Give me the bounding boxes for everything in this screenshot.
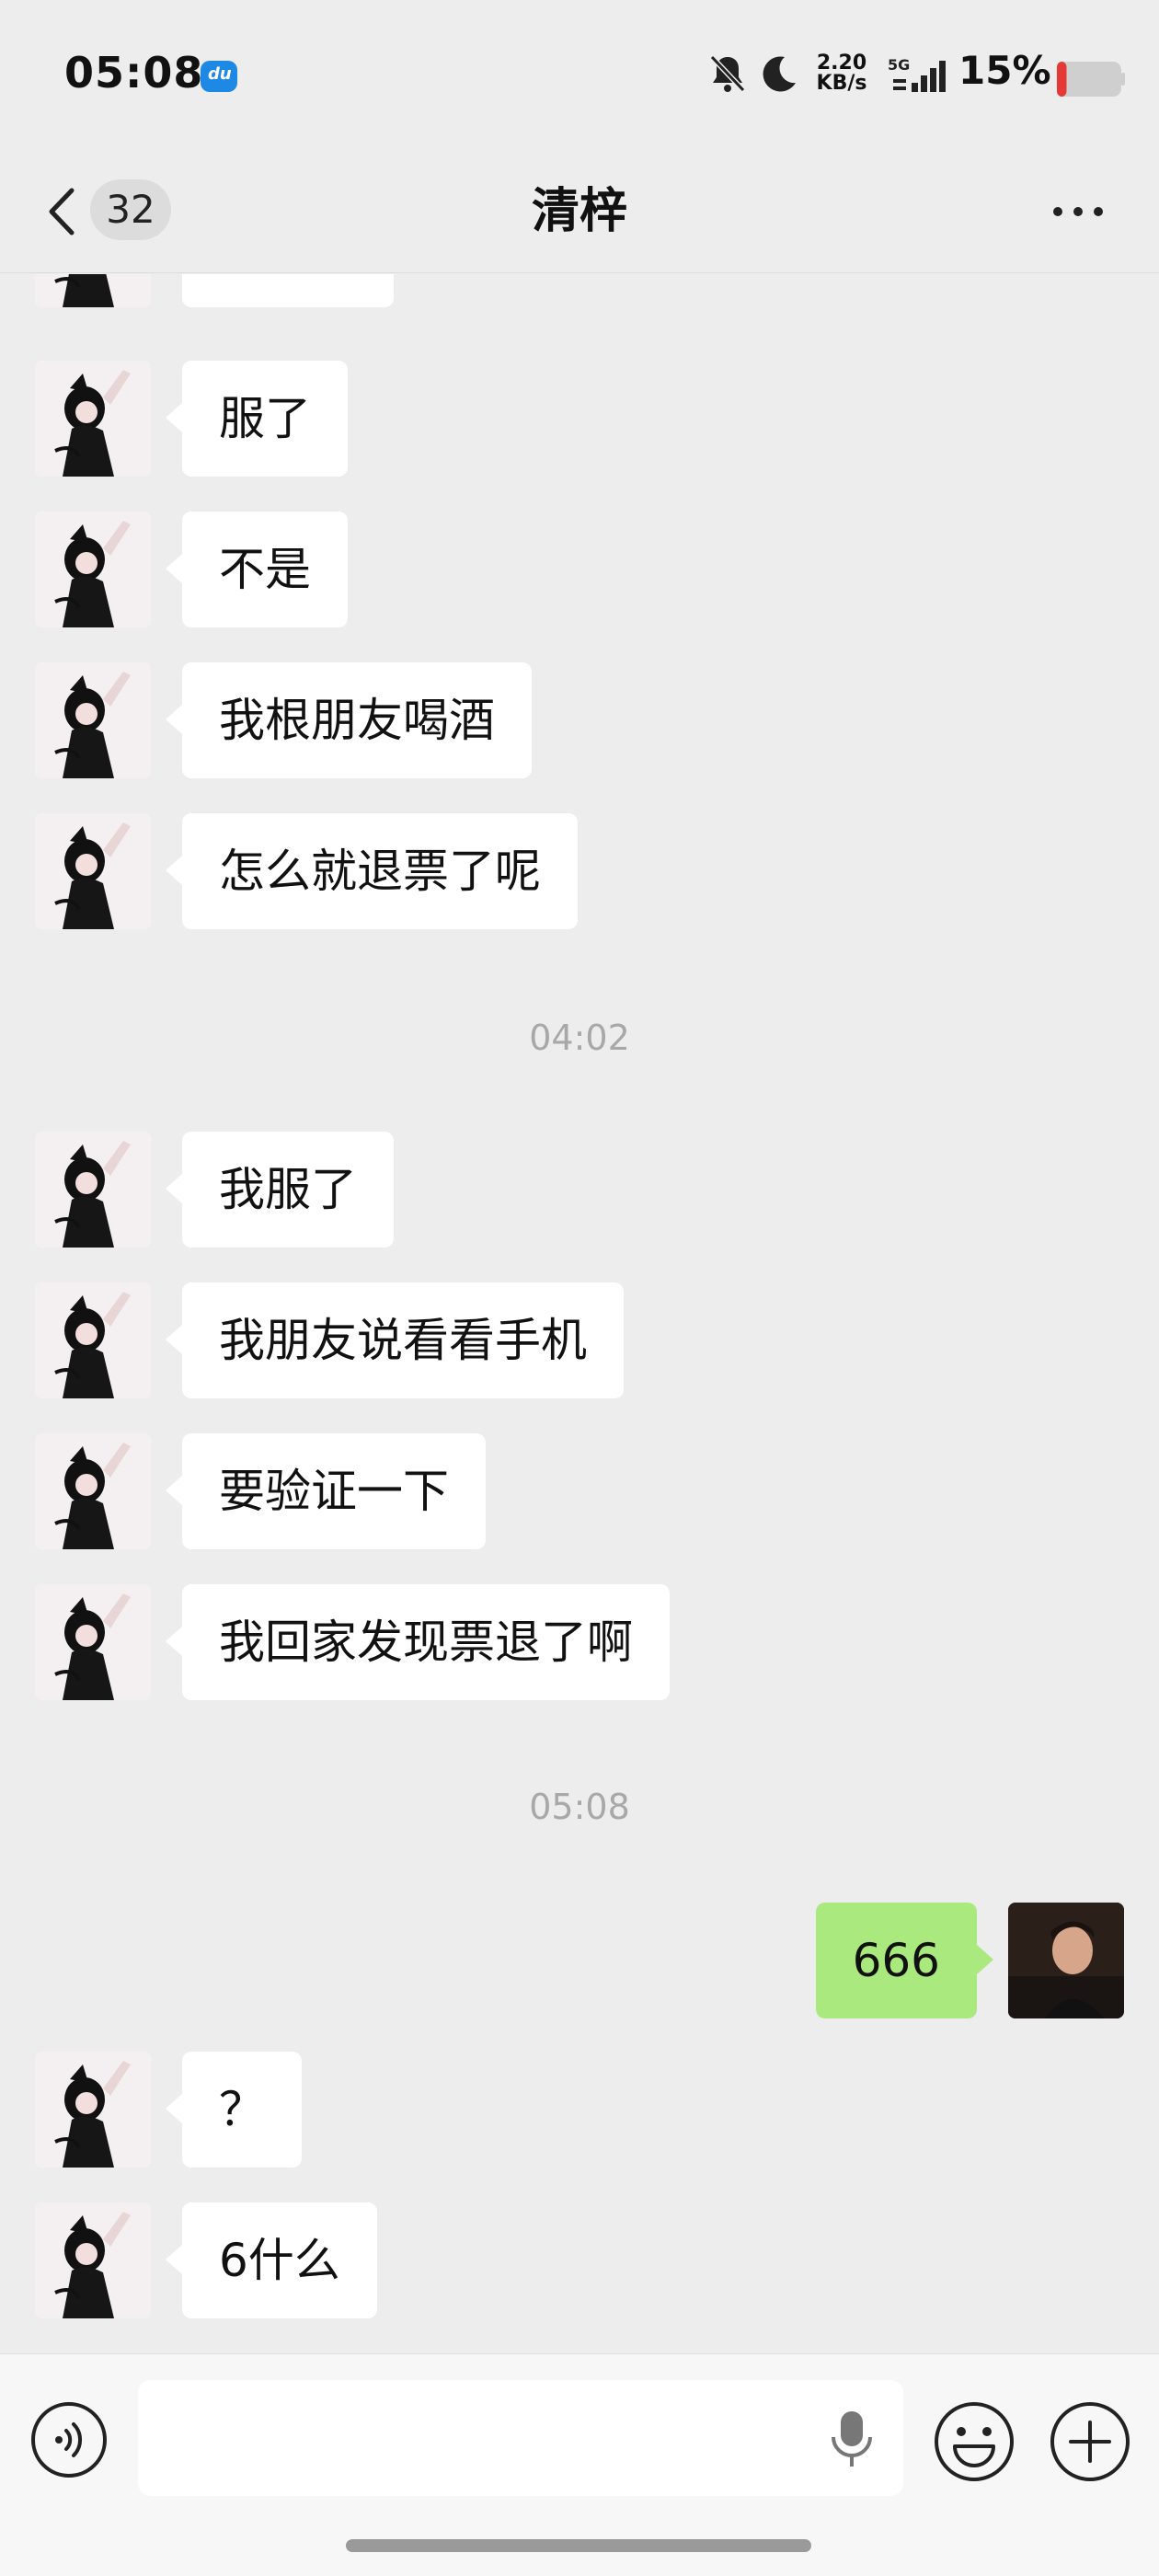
contact-avatar[interactable] — [35, 1584, 151, 1700]
avatar-image — [35, 1433, 151, 1549]
battery-percent: 15% — [958, 48, 1051, 93]
message-list[interactable]: 我们了 服了 不是 我根朋友喝酒 怎么就退票了呢 04:02 我服了 我朋友说看… — [0, 274, 1159, 2353]
contact-avatar[interactable] — [35, 361, 151, 477]
avatar-image — [35, 813, 151, 929]
my-avatar[interactable] — [1008, 1903, 1124, 2018]
timestamp: 04:02 — [529, 1018, 630, 1058]
avatar-image — [35, 662, 151, 778]
status-time: 05:08 — [64, 48, 204, 98]
message-bubble[interactable]: 我回家发现票退了啊 — [166, 1584, 670, 1700]
avatar-image — [1008, 1903, 1124, 2018]
contact-avatar[interactable] — [35, 2202, 151, 2318]
avatar-image — [35, 512, 151, 627]
chat-header: 32 清梓 — [0, 152, 1159, 273]
net-speed-unit: KB/s — [816, 72, 867, 95]
signal-icon: 5G — [888, 57, 946, 92]
contact-avatar[interactable] — [35, 1433, 151, 1549]
message-bubble[interactable]: 不是 — [166, 512, 348, 627]
message-bubble[interactable]: 我服了 — [166, 1132, 394, 1248]
baidu-app-icon — [201, 61, 237, 92]
home-indicator[interactable] — [346, 2539, 811, 2552]
message-bubble[interactable]: 我根朋友喝酒 — [166, 662, 532, 778]
message-bubble[interactable]: 怎么就退票了呢 — [166, 813, 578, 929]
battery-icon — [1057, 62, 1125, 97]
net-speed-value: 2.20 — [816, 52, 867, 75]
message-input[interactable] — [138, 2380, 903, 2496]
message-bubble[interactable]: 我们了 — [182, 274, 394, 307]
message-bubble[interactable]: 服了 — [166, 361, 348, 477]
contact-avatar[interactable] — [35, 813, 151, 929]
message-bubble[interactable]: 6什么 — [166, 2202, 377, 2318]
plus-icon[interactable] — [1049, 2400, 1131, 2483]
message-bubble[interactable]: 要验证一下 — [166, 1433, 486, 1549]
more-icon[interactable] — [1050, 200, 1106, 224]
status-bar: 05:08 2.20 KB/s 5G 15% — [0, 0, 1159, 152]
contact-avatar[interactable] — [35, 1132, 151, 1248]
message-row: 666 — [756, 1903, 1124, 2020]
avatar-image — [35, 2052, 151, 2168]
avatar-image — [35, 1584, 151, 1700]
message-bubble[interactable]: ？ — [166, 2052, 302, 2168]
contact-avatar[interactable] — [35, 512, 151, 627]
avatar-image — [35, 1282, 151, 1398]
avatar-image — [35, 361, 151, 477]
network-type: 5G — [888, 57, 910, 74]
chat-title: 清梓 — [531, 184, 627, 239]
mic-icon[interactable] — [828, 2408, 876, 2472]
bell-off-icon — [709, 54, 746, 93]
contact-avatar[interactable] — [35, 274, 151, 307]
avatar-image — [35, 2202, 151, 2318]
contact-avatar[interactable] — [35, 1282, 151, 1398]
timestamp: 05:08 — [529, 1787, 630, 1827]
contact-avatar[interactable] — [35, 662, 151, 778]
contact-avatar[interactable] — [35, 2052, 151, 2168]
moon-icon — [763, 56, 796, 92]
emoji-icon[interactable] — [933, 2400, 1016, 2483]
avatar-image — [35, 274, 151, 307]
net-speed: 2.20 KB/s — [809, 53, 874, 94]
voice-icon[interactable] — [29, 2400, 109, 2479]
message-bubble-outgoing[interactable]: 666 — [815, 1903, 994, 2018]
message-bubble[interactable]: 我朋友说看看手机 — [166, 1282, 624, 1398]
avatar-image — [35, 1132, 151, 1248]
